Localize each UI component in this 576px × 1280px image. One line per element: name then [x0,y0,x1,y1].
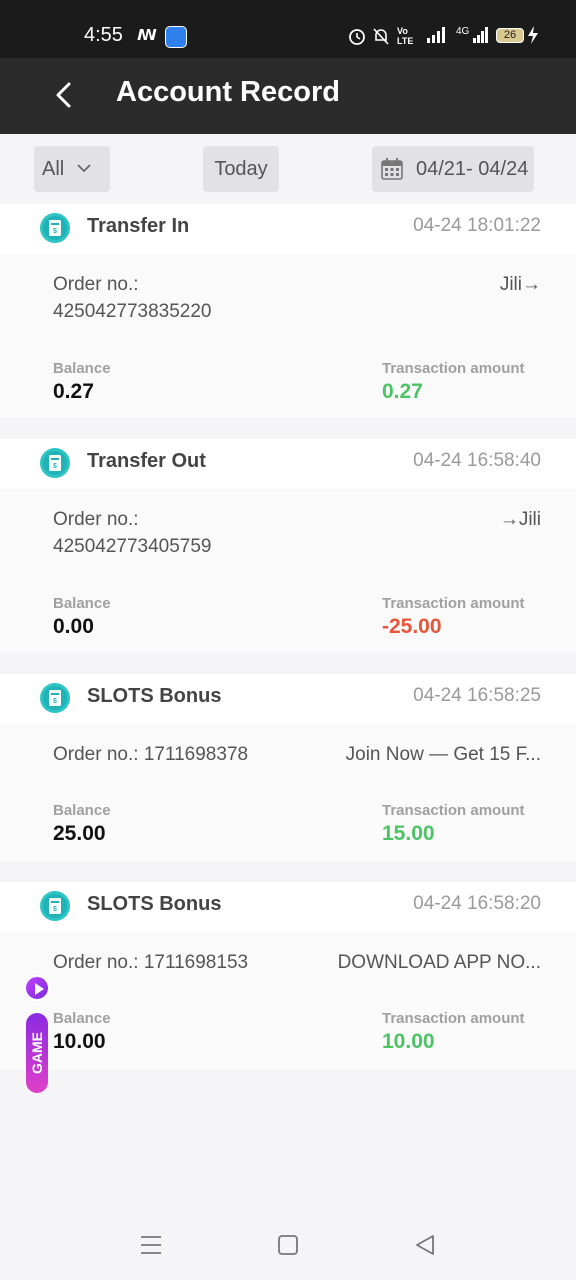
network-type-label: 4G [456,26,470,37]
app-notification-icon: ꟿ [137,27,157,44]
record-card[interactable]: $ Transfer In 04-24 18:01:22 Order no.: … [0,204,576,418]
record-time: 04-24 18:01:22 [413,215,541,236]
filter-bar: All Today 04/21- 04/24 [0,134,576,204]
charging-icon [528,26,538,44]
menu-icon[interactable] [140,1234,162,1256]
balance-value: 10.00 [53,1030,106,1053]
amount-label: Transaction amount [382,802,525,819]
order-label: Order no.: 1711698153 [53,952,249,973]
game-label: GAME [26,1013,48,1093]
record-header: $ Transfer In 04-24 18:01:22 [0,204,576,254]
record-card[interactable]: $ Transfer Out 04-24 16:58:40 Order no.:… [0,439,576,653]
today-label: Today [214,158,268,180]
svg-text:$: $ [53,463,57,470]
balance-label: Balance [53,802,111,819]
record-header: $ SLOTS Bonus 04-24 16:58:25 [0,674,576,724]
home-icon[interactable] [277,1234,299,1256]
record-body: Order no.: 425042773405759 →Jili Balance… [0,489,576,653]
svg-text:$: $ [53,698,57,705]
order-number: 425042773405759 [53,536,212,557]
app-header: Account Record [0,58,576,134]
status-time: 4:55 [84,24,123,46]
record-body: Order no.: 425042773835220 Jili→ Balance… [0,254,576,418]
record-type: SLOTS Bonus [87,893,222,915]
receipt-icon: $ [40,683,70,713]
order-label: Order no.: [53,509,139,530]
date-range-label: 04/21- 04/24 [416,158,529,180]
record-header: $ Transfer Out 04-24 16:58:40 [0,439,576,489]
receipt-icon: $ [40,213,70,243]
receipt-icon: $ [40,891,70,921]
record-header: $ SLOTS Bonus 04-24 16:58:20 [0,882,576,932]
svg-text:$: $ [53,906,57,913]
record-time: 04-24 16:58:20 [413,893,541,914]
balance-label: Balance [53,595,111,612]
type-filter-label: All [42,158,65,180]
amount-label: Transaction amount [382,595,525,612]
back-button[interactable] [50,80,80,110]
date-range-picker[interactable]: 04/21- 04/24 [372,146,534,192]
amount-value: -25.00 [382,615,442,638]
record-note: Join Now — Get 15 F... [345,744,541,765]
battery-indicator: 26 [496,28,524,43]
system-nav-bar [0,1212,576,1280]
status-bar: 4:55 ꟿ Vo LTE 4G 26 [0,0,576,58]
balance-value: 25.00 [53,822,106,845]
back-triangle-icon[interactable] [414,1234,436,1256]
chevron-down-icon [77,164,91,173]
record-type: Transfer Out [87,450,206,472]
svg-text:$: $ [53,228,57,235]
mute-bell-icon [373,28,389,45]
order-label: Order no.: 1711698378 [53,744,249,765]
balance-label: Balance [53,1010,111,1027]
record-note: →Jili [499,509,541,530]
game-floating-button[interactable]: GAME [24,975,52,1093]
receipt-icon: $ [40,448,70,478]
order-label: Order no.: [53,274,139,295]
record-type: Transfer In [87,215,190,237]
record-time: 04-24 16:58:40 [413,450,541,471]
app-icon [165,26,187,48]
today-filter-button[interactable]: Today [203,146,279,192]
balance-value: 0.00 [53,615,94,638]
page-title: Account Record [116,76,340,108]
balance-value: 0.27 [53,380,94,403]
play-icon [24,975,50,1001]
calendar-icon [381,158,403,180]
balance-label: Balance [53,360,111,377]
order-number: 425042773835220 [53,301,212,322]
amount-label: Transaction amount [382,360,525,377]
record-card[interactable]: $ SLOTS Bonus 04-24 16:58:20 Order no.: … [0,882,576,1070]
signal-icon [427,27,445,43]
record-note: Jili→ [499,274,541,295]
type-filter-dropdown[interactable]: All [34,146,110,192]
amount-label: Transaction amount [382,1010,525,1027]
record-note: DOWNLOAD APP NO... [337,952,541,973]
amount-value: 0.27 [382,380,423,403]
record-body: Order no.: 1711698378 Join Now — Get 15 … [0,724,576,862]
record-type: SLOTS Bonus [87,685,222,707]
amount-value: 15.00 [382,822,435,845]
record-body: Order no.: 1711698153 DOWNLOAD APP NO...… [0,932,576,1070]
amount-value: 10.00 [382,1030,435,1053]
record-time: 04-24 16:58:25 [413,685,541,706]
volte-label: Vo LTE [397,26,414,46]
signal-icon-2 [473,27,488,43]
alarm-icon [349,29,365,45]
record-card[interactable]: $ SLOTS Bonus 04-24 16:58:25 Order no.: … [0,674,576,862]
